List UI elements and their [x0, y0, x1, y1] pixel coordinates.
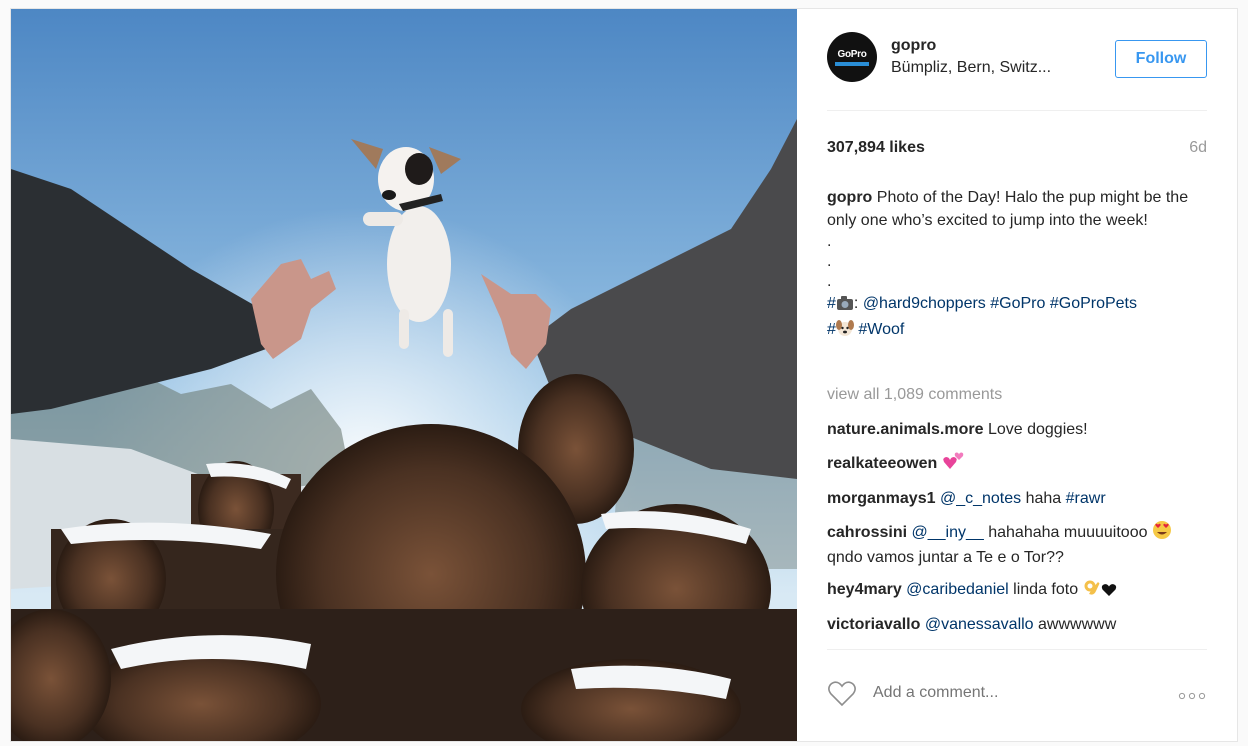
comment-mention[interactable]: @_c_notes: [940, 490, 1021, 507]
comment-text: haha: [1025, 490, 1062, 507]
post-time[interactable]: 6d: [1189, 139, 1207, 157]
avatar[interactable]: GoPro: [827, 32, 877, 82]
post-card: GoPro gopro Bümpliz, Bern, Switz... Foll…: [10, 8, 1238, 742]
caption: gopro Photo of the Day! Halo the pup mig…: [827, 186, 1211, 344]
comment-mention[interactable]: @vanessavallo: [925, 616, 1034, 633]
comment-username[interactable]: morganmays1: [827, 490, 936, 507]
camera-emoji-icon: [836, 295, 854, 318]
comment-footer: [827, 649, 1207, 741]
caption-dot: .: [827, 253, 832, 270]
caption-username[interactable]: gopro: [827, 189, 872, 206]
ok-hand-emoji-icon: [1083, 579, 1101, 604]
black-heart-icon: [1101, 582, 1117, 604]
post-photo[interactable]: [11, 9, 797, 741]
comment-username[interactable]: realkateeowen: [827, 455, 937, 472]
logo-accent-bar: [835, 62, 869, 66]
post-header: GoPro gopro Bümpliz, Bern, Switz... Foll…: [827, 29, 1207, 111]
caption-dots: . . .: [827, 232, 1211, 292]
comment: nature.animals.more Love doggies!: [827, 419, 1211, 441]
gopro-logo: GoPro: [837, 49, 867, 60]
add-comment-input[interactable]: [873, 684, 1133, 702]
follow-button[interactable]: Follow: [1115, 40, 1207, 78]
comment-mention[interactable]: @caribedaniel: [906, 581, 1009, 598]
two-hearts-emoji-icon: [942, 451, 964, 478]
hash-symbol: #: [827, 295, 836, 312]
comment-username[interactable]: cahrossini: [827, 524, 907, 541]
comment-text: hahahaha muuuuitooo: [988, 524, 1148, 541]
caption-dot: .: [827, 273, 832, 290]
post-side-panel: GoPro gopro Bümpliz, Bern, Switz... Foll…: [797, 9, 1237, 741]
caption-dot: .: [827, 233, 832, 250]
username-link[interactable]: gopro: [891, 37, 936, 55]
hashtag-goropets[interactable]: #GoProPets: [1050, 295, 1137, 312]
comments-list: nature.animals.more Love doggies! realka…: [827, 419, 1211, 646]
hashtag-dog[interactable]: #: [827, 320, 854, 338]
hash-symbol: #: [827, 321, 836, 338]
caption-tags: #: @hard9choppers #GoPro #GoProPets # #W…: [827, 292, 1211, 344]
comment-text: Love doggies!: [987, 421, 1088, 438]
comment-username[interactable]: hey4mary: [827, 581, 902, 598]
hashtag-woof[interactable]: #Woof: [858, 321, 904, 338]
hashtag-camera[interactable]: #: [827, 295, 854, 312]
comment-text: qndo vamos juntar a Te e o Tor??: [827, 549, 1064, 566]
comment-text: linda foto: [1013, 581, 1079, 598]
comment-mention[interactable]: @__iny__: [911, 524, 983, 541]
likes-count[interactable]: 307,894 likes: [827, 139, 925, 157]
heart-outline-icon[interactable]: [827, 680, 857, 712]
comment: cahrossini @__iny__ hahahaha muuuuitooo …: [827, 520, 1211, 569]
comment-text: awwwwww: [1038, 616, 1117, 633]
comment: morganmays1 @_c_notes haha #rawr: [827, 488, 1211, 510]
mention-hard9choppers[interactable]: @hard9choppers: [863, 295, 986, 312]
caption-text: Photo of the Day! Halo the pup might be …: [827, 189, 1189, 229]
comment-hashtag[interactable]: #rawr: [1066, 490, 1106, 507]
comment: hey4mary @caribedaniel linda foto: [827, 579, 1211, 604]
heart-eyes-emoji-icon: [1152, 520, 1172, 547]
comment-username[interactable]: victoriavallo: [827, 616, 920, 633]
comment: victoriavallo @vanessavallo awwwwww: [827, 614, 1211, 636]
dog-emoji-icon: [835, 319, 854, 344]
more-options-icon[interactable]: [1177, 688, 1207, 706]
comment: realkateeowen: [827, 451, 1211, 478]
view-all-comments-link[interactable]: view all 1,089 comments: [827, 386, 1002, 404]
location-link[interactable]: Bümpliz, Bern, Switz...: [891, 59, 1051, 77]
comment-username[interactable]: nature.animals.more: [827, 421, 984, 438]
hashtag-gopro[interactable]: #GoPro: [990, 295, 1045, 312]
tag-colon: :: [853, 295, 859, 312]
